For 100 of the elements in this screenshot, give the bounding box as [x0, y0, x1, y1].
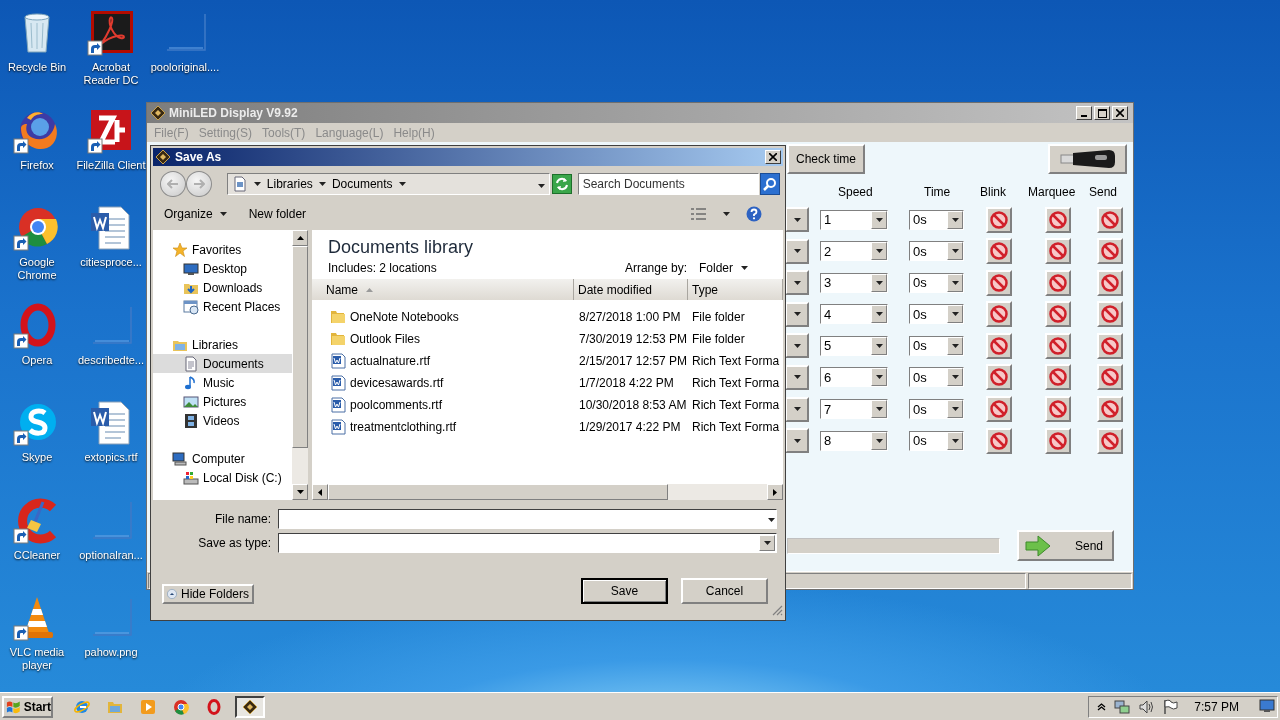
network-icon[interactable] [1114, 698, 1131, 715]
column-header[interactable]: Name [312, 279, 574, 300]
send-row-button[interactable] [1097, 332, 1123, 359]
time-dropdown[interactable]: 0s [909, 241, 964, 262]
speed-dropdown[interactable]: 4 [820, 304, 888, 325]
app-tile-icon[interactable] [87, 8, 135, 56]
dropdown-button[interactable] [785, 238, 809, 264]
marquee-button[interactable] [1045, 427, 1071, 454]
marquee-button[interactable] [1045, 301, 1071, 328]
speed-dropdown[interactable]: 7 [820, 399, 888, 420]
dropdown-button[interactable] [785, 333, 809, 359]
speed-dropdown[interactable]: 8 [820, 430, 888, 451]
time-dropdown[interactable]: 0s [909, 209, 964, 230]
speed-dropdown[interactable]: 1 [820, 209, 888, 230]
usb-button[interactable] [1048, 144, 1127, 174]
dropdown-button[interactable] [785, 270, 809, 296]
column-header[interactable]: Date modified [574, 279, 688, 300]
dropdown-button[interactable] [785, 207, 809, 232]
blink-button[interactable] [986, 301, 1012, 328]
file-name-field[interactable] [278, 509, 777, 529]
time-dropdown[interactable]: 0s [909, 367, 964, 388]
save-type-dropdown[interactable] [278, 533, 777, 553]
arrange-dropdown[interactable]: Folder [699, 261, 748, 275]
marquee-button[interactable] [1045, 332, 1071, 359]
send-row-button[interactable] [1097, 269, 1123, 296]
file-name[interactable]: poolcomments.rtf [350, 398, 443, 412]
dropdown-button[interactable] [785, 428, 809, 454]
show-desktop-button[interactable] [1259, 698, 1275, 715]
blink-button[interactable] [986, 427, 1012, 454]
send-button[interactable]: Send [1017, 530, 1114, 561]
nav-item[interactable]: Local Disk (C:) [153, 468, 292, 487]
nav-item[interactable]: Desktop [153, 259, 292, 278]
breadcrumb-item[interactable]: Documents [331, 177, 393, 191]
nav-item[interactable]: Documents [153, 354, 292, 373]
dropdown-button[interactable] [785, 364, 809, 390]
refresh-button[interactable] [551, 174, 572, 194]
minimize-button[interactable] [1076, 106, 1092, 120]
nav-item[interactable]: Libraries [153, 335, 292, 354]
send-row-button[interactable] [1097, 238, 1123, 265]
speed-dropdown[interactable]: 3 [820, 272, 888, 293]
speed-dropdown[interactable]: 6 [820, 367, 888, 388]
chevron-up-icon[interactable] [1097, 702, 1107, 711]
taskbar-button[interactable] [235, 695, 265, 718]
scroll-left-icon[interactable] [318, 488, 322, 496]
flag-icon[interactable] [1162, 698, 1179, 715]
check-time-button[interactable]: Check time [787, 144, 865, 174]
blink-button[interactable] [986, 206, 1012, 233]
search-button[interactable] [760, 173, 780, 195]
send-row-button[interactable] [1097, 396, 1123, 423]
new-folder-button[interactable]: New folder [245, 205, 310, 223]
send-row-button[interactable] [1097, 206, 1123, 233]
marquee-button[interactable] [1045, 238, 1071, 265]
time-dropdown[interactable]: 0s [909, 272, 964, 293]
save-button[interactable]: Save [581, 578, 668, 604]
file-name[interactable]: devicesawards.rtf [350, 376, 444, 390]
send-row-button[interactable] [1097, 364, 1123, 391]
marquee-button[interactable] [1045, 364, 1071, 391]
volume-icon[interactable] [1138, 698, 1155, 715]
resize-grip-icon[interactable] [772, 605, 783, 616]
dropdown-button[interactable] [785, 396, 809, 422]
speed-dropdown[interactable]: 2 [820, 241, 888, 262]
nav-item[interactable]: Favorites [153, 240, 292, 259]
forward-button[interactable] [185, 171, 212, 197]
start-button[interactable]: Start [2, 695, 53, 718]
marquee-button[interactable] [1045, 396, 1071, 423]
search-field[interactable]: Search Documents [577, 173, 760, 195]
file-name[interactable]: OneNote Notebooks [350, 310, 459, 324]
nav-item[interactable]: Pictures [153, 392, 292, 411]
scroll-right-icon[interactable] [773, 488, 777, 496]
dropdown-button[interactable] [785, 301, 809, 327]
nav-item[interactable]: Recent Places [153, 297, 292, 316]
close-button[interactable] [765, 150, 781, 164]
nav-item[interactable]: Music [153, 373, 292, 392]
blink-button[interactable] [986, 364, 1012, 391]
file-name[interactable]: actualnature.rtf [350, 354, 431, 368]
blink-button[interactable] [986, 269, 1012, 296]
close-button[interactable] [1112, 106, 1128, 120]
time-dropdown[interactable]: 0s [909, 399, 964, 420]
column-header[interactable]: Type [688, 279, 783, 300]
nav-item[interactable]: Computer [153, 449, 292, 468]
send-row-button[interactable] [1097, 301, 1123, 328]
file-name[interactable]: treatmentclothing.rtf [350, 420, 457, 434]
blink-button[interactable] [986, 238, 1012, 265]
scrollbar[interactable] [312, 484, 783, 500]
back-button[interactable] [160, 171, 186, 197]
organize-button[interactable]: Organize [161, 205, 230, 223]
time-dropdown[interactable]: 0s [909, 304, 964, 325]
blink-button[interactable] [986, 332, 1012, 359]
cancel-button[interactable]: Cancel [681, 578, 768, 604]
breadcrumb-item[interactable]: Libraries [266, 177, 313, 191]
scroll-up-icon[interactable] [296, 236, 304, 240]
scrollbar[interactable] [292, 230, 308, 500]
clock[interactable]: 7:57 PM [1194, 699, 1239, 714]
file-name[interactable]: Outlook Files [350, 332, 421, 346]
hide-folders-button[interactable]: Hide Folders [162, 584, 254, 604]
send-row-button[interactable] [1097, 427, 1123, 454]
blink-button[interactable] [986, 396, 1012, 423]
scroll-down-icon[interactable] [296, 490, 304, 494]
view-options-button[interactable] [720, 210, 733, 218]
marquee-button[interactable] [1045, 269, 1071, 296]
